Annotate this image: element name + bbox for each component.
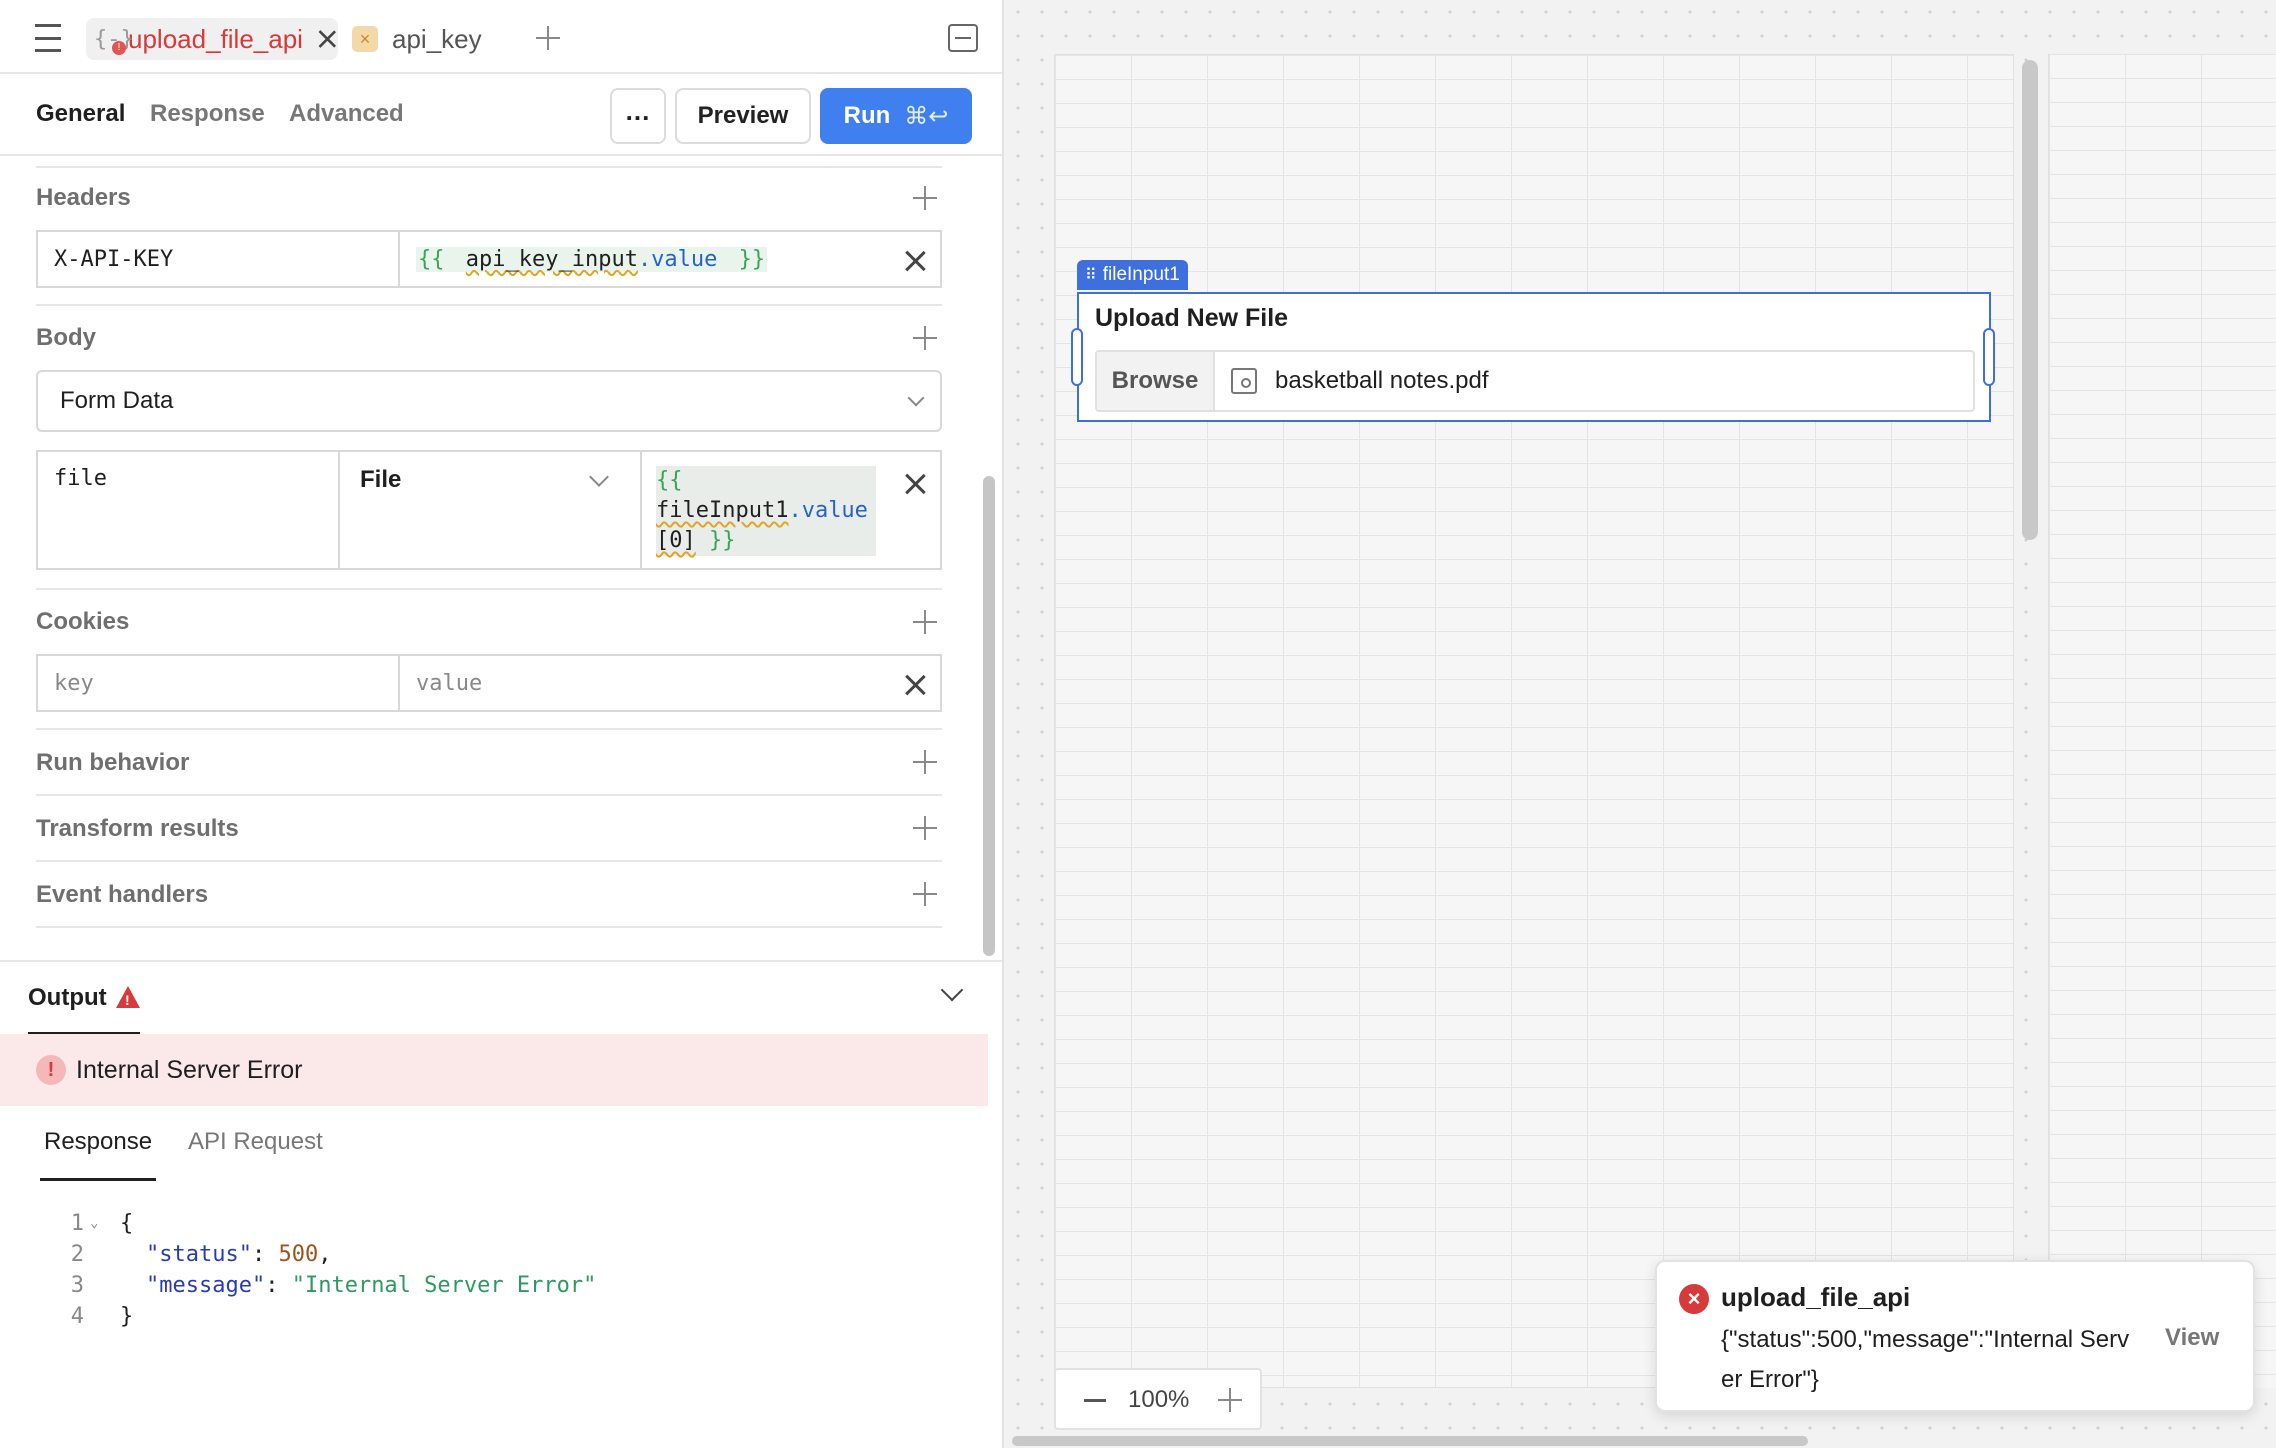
fold-chevron-icon[interactable]: ⌄ bbox=[90, 1215, 98, 1231]
resize-handle-right[interactable] bbox=[1983, 328, 1995, 386]
zoom-control: 100% bbox=[1054, 1368, 1262, 1430]
chevron-down-icon bbox=[907, 389, 925, 407]
divider bbox=[36, 588, 942, 590]
chevron-down-icon[interactable] bbox=[940, 978, 964, 1002]
cookie-value-input[interactable]: value bbox=[400, 656, 880, 710]
ellipsis-icon: ... bbox=[625, 95, 651, 126]
tab-response[interactable]: Response bbox=[150, 100, 265, 128]
file-search-icon bbox=[1231, 368, 1257, 394]
tab-upload-file-api[interactable]: {-}! upload_file_api bbox=[86, 18, 338, 60]
divider bbox=[36, 166, 942, 168]
variable-icon: × bbox=[352, 26, 378, 52]
expand-event-handlers-icon[interactable] bbox=[911, 880, 939, 908]
header-row: X-API-KEY {{ api_key_input.value }} bbox=[36, 230, 942, 288]
tab-api-request[interactable]: API Request bbox=[188, 1128, 323, 1156]
drag-handle-icon[interactable]: ⠿ bbox=[1085, 265, 1097, 285]
header-key-input[interactable]: X-API-KEY bbox=[38, 232, 400, 286]
tab-general[interactable]: General bbox=[36, 100, 125, 128]
preview-button[interactable]: Preview bbox=[675, 88, 811, 144]
close-circle-icon: × bbox=[1679, 1284, 1709, 1314]
add-body-icon[interactable] bbox=[911, 324, 939, 352]
expand-transform-results-icon[interactable] bbox=[911, 814, 939, 842]
remove-body-row-icon[interactable] bbox=[903, 472, 927, 496]
zoom-out-icon[interactable] bbox=[1084, 1399, 1106, 1402]
expand-run-behavior-icon[interactable] bbox=[911, 748, 939, 776]
run-button[interactable]: Run ⌘↩ bbox=[820, 88, 972, 144]
chevron-down-icon bbox=[589, 467, 609, 487]
output-title: Output bbox=[28, 984, 107, 1011]
body-title: Body bbox=[36, 324, 96, 351]
cookies-title: Cookies bbox=[36, 608, 130, 635]
query-editor-panel: {-}! upload_file_api × api_key General R… bbox=[0, 0, 1004, 1448]
run-label: Run bbox=[843, 102, 891, 129]
add-tab-icon[interactable] bbox=[534, 24, 562, 52]
divider bbox=[36, 304, 942, 306]
widget-name-tag[interactable]: ⠿ fileInput1 bbox=[1077, 260, 1188, 290]
tab-label: upload_file_api bbox=[128, 23, 303, 54]
headers-title: Headers bbox=[36, 184, 131, 211]
divider bbox=[36, 926, 942, 928]
body-type-dropdown[interactable]: File bbox=[340, 452, 642, 568]
file-picker[interactable]: Browse basketball notes.pdf bbox=[1095, 350, 1975, 412]
run-behavior-title[interactable]: Run behavior bbox=[36, 749, 189, 777]
tab-advanced[interactable]: Advanced bbox=[289, 100, 404, 128]
canvas-grid-right[interactable] bbox=[2048, 54, 2276, 1388]
widget-label: Upload New File bbox=[1095, 304, 1289, 332]
browse-button[interactable]: Browse bbox=[1097, 352, 1215, 410]
divider bbox=[36, 728, 942, 730]
code-line: 4} bbox=[70, 1303, 134, 1329]
code-line: 3 "message": "Internal Server Error" bbox=[70, 1272, 597, 1298]
body-type-value: Form Data bbox=[60, 387, 174, 414]
menu-icon[interactable] bbox=[32, 24, 64, 52]
body-row: file File {{ fileInput1.value [0] }} bbox=[36, 450, 942, 570]
error-toast: × upload_file_api {"status":500,"message… bbox=[1655, 1260, 2255, 1412]
file-input-widget[interactable]: Upload New File Browse basketball notes.… bbox=[1077, 292, 1991, 422]
body-value-input[interactable]: {{ fileInput1.value [0] }} bbox=[656, 466, 876, 556]
toast-view-link[interactable]: View bbox=[2165, 1324, 2219, 1352]
canvas-grid[interactable] bbox=[1054, 54, 2014, 1388]
toast-title: upload_file_api bbox=[1721, 1282, 1911, 1312]
transform-results-title[interactable]: Transform results bbox=[36, 815, 239, 843]
run-shortcut: ⌘↩ bbox=[904, 102, 949, 130]
body-type-select[interactable]: Form Data bbox=[36, 370, 942, 432]
body-key-input[interactable]: file bbox=[38, 452, 340, 568]
canvas-vertical-scrollbar[interactable] bbox=[2022, 60, 2038, 540]
add-cookie-icon[interactable] bbox=[911, 608, 939, 636]
header-value-input[interactable]: {{ api_key_input.value }} bbox=[400, 232, 880, 286]
cookie-row: key value bbox=[36, 654, 942, 712]
zoom-level[interactable]: 100% bbox=[1128, 1386, 1189, 1414]
more-options-button[interactable]: ... bbox=[610, 88, 666, 144]
code-line: 2 "status": 500, bbox=[70, 1241, 332, 1267]
tab-api-key[interactable]: × api_key bbox=[352, 18, 512, 60]
divider bbox=[36, 860, 942, 862]
editor-scrollbar[interactable] bbox=[983, 476, 995, 956]
resize-handle-left[interactable] bbox=[1071, 328, 1083, 386]
add-header-icon[interactable] bbox=[911, 184, 939, 212]
collapse-panel-icon[interactable] bbox=[948, 24, 978, 52]
code-line: 1 ⌄{ bbox=[70, 1210, 134, 1236]
remove-header-icon[interactable] bbox=[903, 249, 927, 273]
remove-cookie-icon[interactable] bbox=[903, 673, 927, 697]
error-message: Internal Server Error bbox=[76, 1055, 303, 1084]
query-error-icon: {-}! bbox=[94, 26, 134, 55]
toast-message: {"status":500,"message":"Internal Server… bbox=[1721, 1326, 2130, 1393]
output-header[interactable]: Output ! bbox=[0, 960, 1002, 1035]
tab-label: api_key bbox=[392, 23, 482, 54]
close-tab-icon[interactable] bbox=[317, 29, 337, 49]
zoom-in-icon[interactable] bbox=[1216, 1386, 1244, 1414]
divider bbox=[36, 794, 942, 796]
selected-filename: basketball notes.pdf bbox=[1275, 367, 1489, 394]
tab-output-response[interactable]: Response bbox=[44, 1128, 152, 1156]
error-banner: ! Internal Server Error bbox=[0, 1034, 988, 1106]
canvas-horizontal-scrollbar[interactable] bbox=[1012, 1436, 1808, 1446]
error-icon: ! bbox=[36, 1055, 66, 1085]
cookie-key-input[interactable]: key bbox=[38, 656, 400, 710]
event-handlers-title[interactable]: Event handlers bbox=[36, 881, 208, 909]
query-tab-bar: {-}! upload_file_api × api_key bbox=[0, 0, 1002, 74]
